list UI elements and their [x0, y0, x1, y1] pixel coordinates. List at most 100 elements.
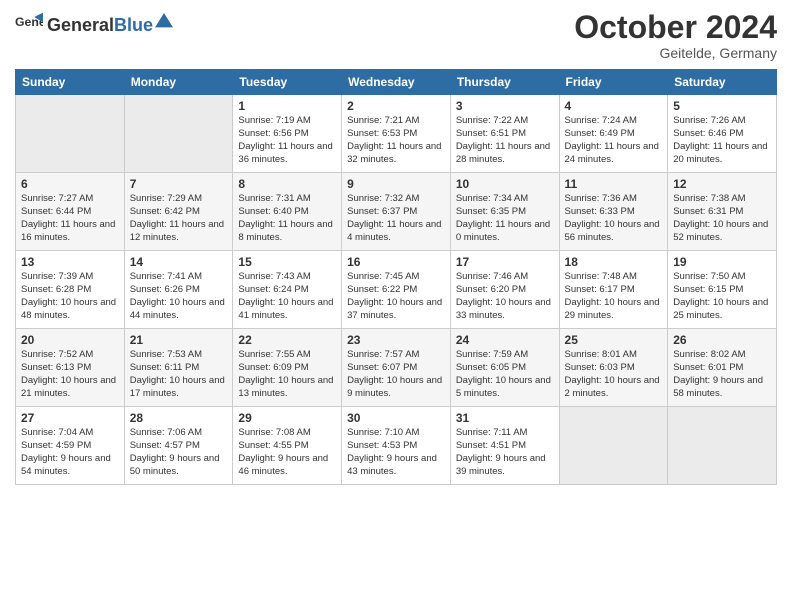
- table-cell: 6 Sunrise: 7:27 AM Sunset: 6:44 PM Daylig…: [16, 173, 125, 251]
- cell-text: Sunrise: 7:39 AM Sunset: 6:28 PM Dayligh…: [21, 271, 119, 322]
- table-cell: 19 Sunrise: 7:50 AM Sunset: 6:15 PM Dayli…: [668, 251, 777, 329]
- cell-text: Sunrise: 7:59 AM Sunset: 6:05 PM Dayligh…: [456, 349, 554, 400]
- table-cell: 26Sunrise: 8:02 AM Sunset: 6:01 PM Dayli…: [668, 329, 777, 407]
- logo-general: General: [47, 15, 114, 36]
- day-number: 30: [347, 411, 445, 425]
- week-row-1: 1Sunrise: 7:19 AM Sunset: 6:56 PM Daylig…: [16, 95, 777, 173]
- cell-text: Sunrise: 7:10 AM Sunset: 4:53 PM Dayligh…: [347, 427, 445, 478]
- header: General General Blue October 2024 Geitel…: [15, 10, 777, 61]
- cell-text: Sunrise: 7:06 AM Sunset: 4:57 PM Dayligh…: [130, 427, 228, 478]
- table-cell: 25Sunrise: 8:01 AM Sunset: 6:03 PM Dayli…: [559, 329, 668, 407]
- month-title: October 2024: [574, 10, 777, 45]
- day-number: 1: [238, 99, 336, 113]
- day-number: 25: [565, 333, 663, 347]
- calendar-table: SundayMondayTuesdayWednesdayThursdayFrid…: [15, 69, 777, 485]
- cell-text: Sunrise: 7:36 AM Sunset: 6:33 PM Dayligh…: [565, 193, 663, 244]
- day-number: 12: [673, 177, 771, 191]
- day-number: 15: [238, 255, 336, 269]
- day-header-tuesday: Tuesday: [233, 70, 342, 95]
- day-number: 16: [347, 255, 445, 269]
- day-number: 4: [565, 99, 663, 113]
- cell-text: Sunrise: 7:29 AM Sunset: 6:42 PM Dayligh…: [130, 193, 228, 244]
- cell-text: Sunrise: 7:48 AM Sunset: 6:17 PM Dayligh…: [565, 271, 663, 322]
- day-number: 11: [565, 177, 663, 191]
- table-cell: 29 Sunrise: 7:08 AM Sunset: 4:55 PM Dayli…: [233, 407, 342, 485]
- day-number: 29: [238, 411, 336, 425]
- day-number: 18: [565, 255, 663, 269]
- calendar-header-row: SundayMondayTuesdayWednesdayThursdayFrid…: [16, 70, 777, 95]
- cell-text: Sunrise: 7:21 AM Sunset: 6:53 PM Dayligh…: [347, 115, 445, 166]
- cell-text: Sunrise: 7:53 AM Sunset: 6:11 PM Dayligh…: [130, 349, 228, 400]
- day-number: 24: [456, 333, 554, 347]
- table-cell: 4 Sunrise: 7:24 AM Sunset: 6:49 PM Daylig…: [559, 95, 668, 173]
- table-cell: 23 Sunrise: 7:57 AM Sunset: 6:07 PM Dayli…: [342, 329, 451, 407]
- day-header-monday: Monday: [124, 70, 233, 95]
- cell-text: Sunrise: 7:41 AM Sunset: 6:26 PM Dayligh…: [130, 271, 228, 322]
- week-row-3: 13 Sunrise: 7:39 AM Sunset: 6:28 PM Dayli…: [16, 251, 777, 329]
- table-cell: 18 Sunrise: 7:48 AM Sunset: 6:17 PM Dayli…: [559, 251, 668, 329]
- day-number: 27: [21, 411, 119, 425]
- table-cell: 7 Sunrise: 7:29 AM Sunset: 6:42 PM Daylig…: [124, 173, 233, 251]
- day-number: 19: [673, 255, 771, 269]
- table-cell: 12 Sunrise: 7:38 AM Sunset: 6:31 PM Dayli…: [668, 173, 777, 251]
- cell-text: Sunrise: 7:50 AM Sunset: 6:15 PM Dayligh…: [673, 271, 771, 322]
- day-number: 13: [21, 255, 119, 269]
- table-cell: [559, 407, 668, 485]
- cell-text: Sunrise: 7:27 AM Sunset: 6:44 PM Dayligh…: [21, 193, 119, 244]
- cell-text: Sunrise: 7:38 AM Sunset: 6:31 PM Dayligh…: [673, 193, 771, 244]
- table-cell: 14Sunrise: 7:41 AM Sunset: 6:26 PM Dayli…: [124, 251, 233, 329]
- table-cell: 13 Sunrise: 7:39 AM Sunset: 6:28 PM Dayli…: [16, 251, 125, 329]
- day-number: 23: [347, 333, 445, 347]
- logo-triangle-icon: [155, 13, 173, 31]
- table-cell: 10Sunrise: 7:34 AM Sunset: 6:35 PM Dayli…: [450, 173, 559, 251]
- cell-text: Sunrise: 7:46 AM Sunset: 6:20 PM Dayligh…: [456, 271, 554, 322]
- day-number: 20: [21, 333, 119, 347]
- table-cell: 8 Sunrise: 7:31 AM Sunset: 6:40 PM Daylig…: [233, 173, 342, 251]
- cell-text: Sunrise: 7:11 AM Sunset: 4:51 PM Dayligh…: [456, 427, 554, 478]
- day-number: 28: [130, 411, 228, 425]
- table-cell: 2Sunrise: 7:21 AM Sunset: 6:53 PM Daylig…: [342, 95, 451, 173]
- day-number: 6: [21, 177, 119, 191]
- subtitle: Geitelde, Germany: [574, 45, 777, 61]
- cell-text: Sunrise: 7:08 AM Sunset: 4:55 PM Dayligh…: [238, 427, 336, 478]
- day-header-sunday: Sunday: [16, 70, 125, 95]
- day-number: 9: [347, 177, 445, 191]
- table-cell: 31 Sunrise: 7:11 AM Sunset: 4:51 PM Dayli…: [450, 407, 559, 485]
- day-number: 3: [456, 99, 554, 113]
- page: General General Blue October 2024 Geitel…: [0, 0, 792, 612]
- week-row-5: 27 Sunrise: 7:04 AM Sunset: 4:59 PM Dayli…: [16, 407, 777, 485]
- day-header-friday: Friday: [559, 70, 668, 95]
- table-cell: 30 Sunrise: 7:10 AM Sunset: 4:53 PM Dayli…: [342, 407, 451, 485]
- table-cell: 5Sunrise: 7:26 AM Sunset: 6:46 PM Daylig…: [668, 95, 777, 173]
- table-cell: 22 Sunrise: 7:55 AM Sunset: 6:09 PM Dayli…: [233, 329, 342, 407]
- table-cell: [16, 95, 125, 173]
- cell-text: Sunrise: 7:24 AM Sunset: 6:49 PM Dayligh…: [565, 115, 663, 166]
- cell-text: Sunrise: 7:31 AM Sunset: 6:40 PM Dayligh…: [238, 193, 336, 244]
- table-cell: 20 Sunrise: 7:52 AM Sunset: 6:13 PM Dayli…: [16, 329, 125, 407]
- week-row-4: 20 Sunrise: 7:52 AM Sunset: 6:13 PM Dayli…: [16, 329, 777, 407]
- table-cell: [668, 407, 777, 485]
- day-number: 7: [130, 177, 228, 191]
- table-cell: 3Sunrise: 7:22 AM Sunset: 6:51 PM Daylig…: [450, 95, 559, 173]
- cell-text: Sunrise: 7:52 AM Sunset: 6:13 PM Dayligh…: [21, 349, 119, 400]
- cell-text: Sunrise: 7:57 AM Sunset: 6:07 PM Dayligh…: [347, 349, 445, 400]
- day-header-thursday: Thursday: [450, 70, 559, 95]
- table-cell: 24 Sunrise: 7:59 AM Sunset: 6:05 PM Dayli…: [450, 329, 559, 407]
- table-cell: [124, 95, 233, 173]
- cell-text: Sunrise: 7:04 AM Sunset: 4:59 PM Dayligh…: [21, 427, 119, 478]
- table-cell: 28 Sunrise: 7:06 AM Sunset: 4:57 PM Dayli…: [124, 407, 233, 485]
- day-number: 31: [456, 411, 554, 425]
- cell-text: Sunrise: 7:55 AM Sunset: 6:09 PM Dayligh…: [238, 349, 336, 400]
- table-cell: 1Sunrise: 7:19 AM Sunset: 6:56 PM Daylig…: [233, 95, 342, 173]
- day-number: 10: [456, 177, 554, 191]
- cell-text: Sunrise: 8:02 AM Sunset: 6:01 PM Dayligh…: [673, 349, 771, 400]
- week-row-2: 6 Sunrise: 7:27 AM Sunset: 6:44 PM Daylig…: [16, 173, 777, 251]
- table-cell: 16 Sunrise: 7:45 AM Sunset: 6:22 PM Dayli…: [342, 251, 451, 329]
- logo-icon: General: [15, 10, 43, 38]
- day-number: 22: [238, 333, 336, 347]
- table-cell: 9Sunrise: 7:32 AM Sunset: 6:37 PM Daylig…: [342, 173, 451, 251]
- table-cell: 21Sunrise: 7:53 AM Sunset: 6:11 PM Dayli…: [124, 329, 233, 407]
- day-header-wednesday: Wednesday: [342, 70, 451, 95]
- day-number: 8: [238, 177, 336, 191]
- cell-text: Sunrise: 7:45 AM Sunset: 6:22 PM Dayligh…: [347, 271, 445, 322]
